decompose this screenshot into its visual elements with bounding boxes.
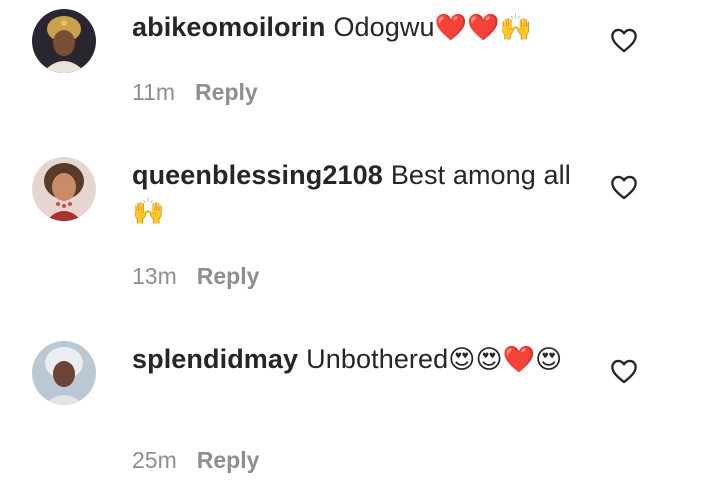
comment-body: Unbothered <box>306 344 449 374</box>
comment-text: abikeomoilorin Odogwu❤️❤️🙌 <box>132 9 582 46</box>
avatar[interactable] <box>32 341 96 405</box>
comment-text: queenblessing2108 Best among all 🙌 <box>132 157 582 230</box>
comment-emoji: 🙌 <box>132 197 165 227</box>
like-heart-icon[interactable] <box>610 27 638 53</box>
comment-username[interactable]: abikeomoilorin <box>132 12 325 42</box>
comment-meta: 25m Reply <box>132 445 259 475</box>
comment-timestamp: 25m <box>132 447 177 473</box>
avatar[interactable] <box>32 9 96 73</box>
avatar[interactable] <box>32 157 96 221</box>
comment-body: Best among all <box>390 160 571 190</box>
like-heart-icon[interactable] <box>610 174 638 200</box>
comment-username[interactable]: splendidmay <box>132 344 298 374</box>
comment-emoji: 😍😍❤️😍 <box>448 345 563 375</box>
comment-timestamp: 11m <box>132 79 176 105</box>
comment-body: Odogwu <box>333 12 435 42</box>
comment-meta: 11m Reply <box>132 77 258 107</box>
comment-emoji: ❤️❤️🙌 <box>434 13 533 43</box>
reply-button[interactable]: Reply <box>195 79 258 105</box>
reply-button[interactable]: Reply <box>197 447 260 473</box>
comment-username[interactable]: queenblessing2108 <box>132 160 383 190</box>
reply-button[interactable]: Reply <box>197 263 260 289</box>
comment-text: splendidmay Unbothered😍😍❤️😍 <box>132 341 582 378</box>
comment-timestamp: 13m <box>132 263 177 289</box>
comment-meta: 13m Reply <box>132 261 259 291</box>
like-heart-icon[interactable] <box>610 358 638 384</box>
